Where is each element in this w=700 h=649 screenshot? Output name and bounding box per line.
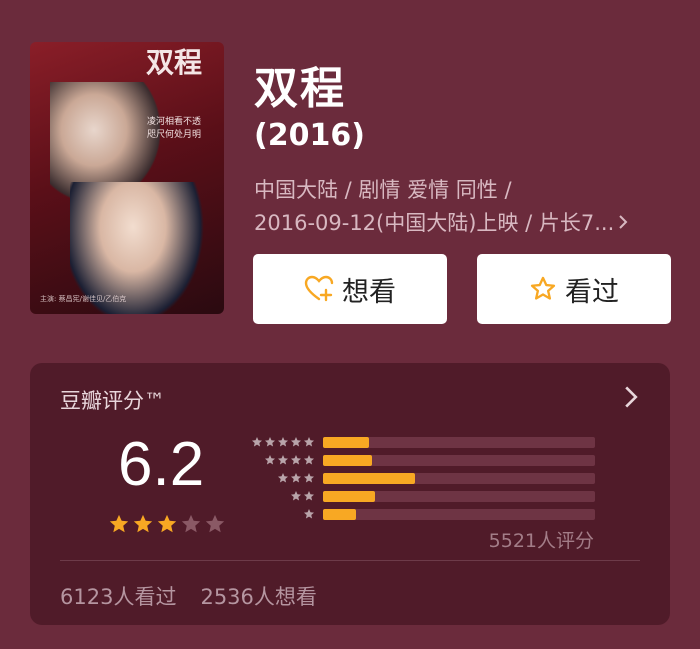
want-label: 想看 — [342, 276, 396, 308]
chevron-right-icon[interactable] — [622, 385, 640, 409]
rating-bar-row — [245, 469, 595, 487]
star-small-icon — [304, 491, 314, 501]
rating-bar-track — [323, 472, 595, 484]
meta-line: 中国大陆 / 剧情 爱情 同性 / — [254, 178, 512, 202]
star-level — [245, 436, 315, 448]
poster-credits: 主演: 蔡昌宪/谢佳见/乙伯克 — [40, 295, 127, 303]
rating-bar-track — [323, 454, 595, 466]
seen-label: 看过 — [565, 276, 619, 308]
rating-stars — [108, 513, 226, 535]
poster-title: 双程 — [145, 46, 202, 79]
star-small-icon — [304, 455, 314, 465]
rating-bar-row — [245, 487, 595, 505]
poster-subtitle: 凌河相看不透 咫尺何处月明 — [146, 117, 201, 140]
movie-year: (2016) — [254, 118, 365, 153]
star-outline-icon — [530, 276, 556, 300]
rating-bar-fill — [323, 490, 375, 502]
star-small-icon — [304, 437, 314, 447]
heart-plus-icon — [304, 275, 334, 302]
want-to-watch-button[interactable]: 想看 — [253, 254, 447, 324]
rating-bar-row — [245, 451, 595, 469]
seen-count: 6123人看过 — [60, 585, 177, 609]
rating-bar-track — [323, 490, 595, 502]
star-small-icon — [304, 473, 314, 483]
star-filled-icon — [157, 514, 177, 533]
rating-bar-track — [323, 436, 595, 448]
star-small-icon — [278, 473, 288, 483]
star-filled-icon — [133, 514, 153, 533]
rating-score: 6.2 — [118, 430, 205, 499]
want-count: 2536人想看 — [200, 585, 317, 609]
rating-bar-track — [323, 508, 595, 520]
star-small-icon — [291, 437, 301, 447]
rating-bar-fill — [323, 436, 370, 448]
rating-header: 豆瓣评分™ — [60, 389, 165, 413]
rating-bar-fill — [323, 472, 416, 484]
movie-title: 双程 — [254, 63, 346, 114]
divider — [60, 560, 640, 561]
movie-meta[interactable]: 中国大陆 / 剧情 爱情 同性 / 2016-09-12(中国大陆)上映 / 片… — [254, 174, 674, 240]
star-small-icon — [291, 473, 301, 483]
chevron-right-icon — [618, 207, 628, 240]
star-small-icon — [291, 455, 301, 465]
star-small-icon — [265, 455, 275, 465]
star-level — [245, 490, 315, 502]
watched-button[interactable]: 看过 — [477, 254, 671, 324]
meta-line: 2016-09-12(中国大陆)上映 / 片长7... — [254, 211, 615, 235]
star-level — [245, 454, 315, 466]
star-small-icon — [291, 491, 301, 501]
rating-card[interactable]: 豆瓣评分™ 6.2 5521人评分 6123人看过 2536人想看 — [30, 363, 670, 625]
star-small-icon — [252, 437, 262, 447]
star-empty-icon — [205, 514, 225, 533]
star-small-icon — [304, 509, 314, 519]
star-empty-icon — [181, 514, 201, 533]
rating-bar-fill — [323, 508, 356, 520]
star-small-icon — [278, 437, 288, 447]
rating-bar-fill — [323, 454, 372, 466]
star-small-icon — [278, 455, 288, 465]
rating-bar-row — [245, 505, 595, 523]
movie-poster[interactable]: 双程 凌河相看不透 咫尺何处月明 主演: 蔡昌宪/谢佳见/乙伯克 — [30, 42, 224, 314]
star-filled-icon — [109, 514, 129, 533]
star-small-icon — [265, 437, 275, 447]
rating-bar-row — [245, 433, 595, 451]
rating-count: 5521人评分 — [488, 530, 594, 552]
star-level — [245, 472, 315, 484]
star-level — [245, 508, 315, 520]
rating-distribution — [245, 433, 595, 523]
